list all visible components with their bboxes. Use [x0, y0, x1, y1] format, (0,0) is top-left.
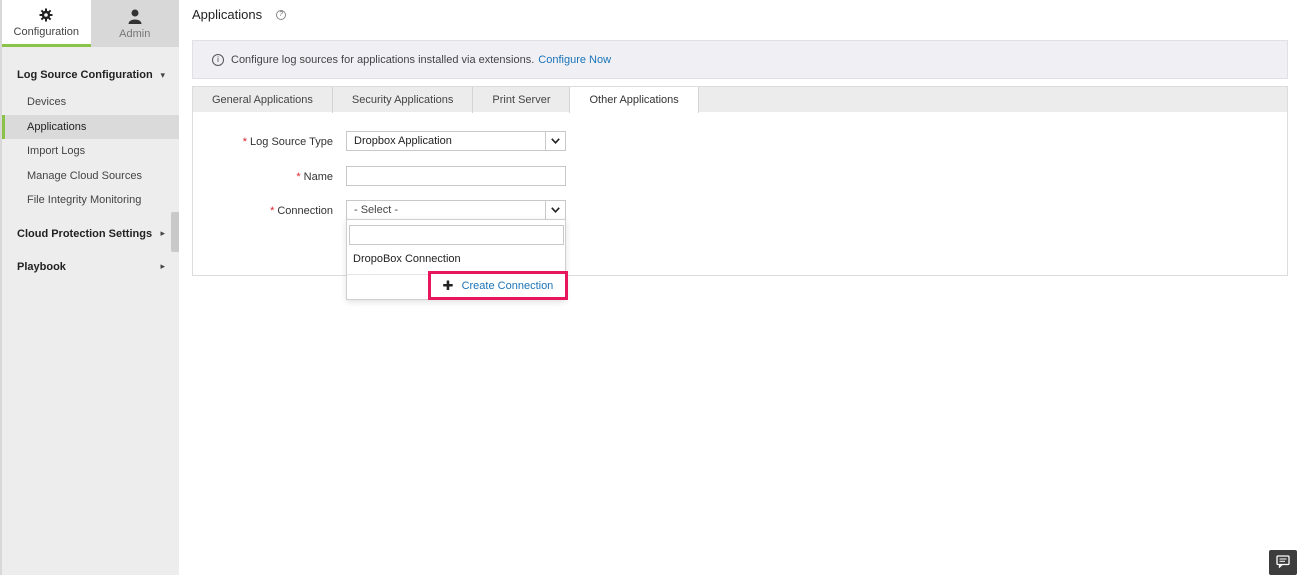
- tab-other-applications[interactable]: Other Applications: [570, 87, 699, 113]
- info-bar: i Configure log sources for applications…: [192, 40, 1288, 79]
- info-icon: i: [212, 53, 224, 66]
- page-title: Applications ?: [192, 7, 287, 22]
- gear-icon: [39, 6, 53, 24]
- connection-value: - Select -: [354, 204, 399, 216]
- chat-button[interactable]: [1269, 550, 1297, 575]
- log-source-type-value: Dropbox Application: [354, 135, 452, 147]
- connection-label: * Connection: [193, 205, 333, 217]
- name-label-text: Name: [303, 171, 333, 183]
- caret-right-icon: ▸: [160, 228, 165, 238]
- tab-bar: General Applications Security Applicatio…: [193, 86, 1287, 113]
- menu-group-label: Playbook: [17, 260, 66, 273]
- sidebar: Configuration Admin Log Source Configura…: [0, 0, 179, 575]
- tab-admin-label: Admin: [119, 27, 151, 40]
- connection-select[interactable]: - Select -: [346, 200, 566, 220]
- required-mark: *: [242, 136, 248, 148]
- tab-general-applications[interactable]: General Applications: [193, 87, 333, 113]
- user-icon: [128, 8, 142, 26]
- menu-group-label: Cloud Protection Settings: [17, 227, 153, 240]
- info-text: Configure log sources for applications i…: [231, 53, 535, 66]
- tab-configuration-label: Configuration: [13, 26, 79, 38]
- caret-right-icon: ▸: [160, 261, 165, 271]
- required-mark: *: [296, 171, 301, 183]
- sidebar-item-manage-cloud-sources[interactable]: Manage Cloud Sources: [2, 164, 179, 189]
- help-icon[interactable]: ?: [276, 9, 287, 20]
- required-mark: *: [270, 205, 275, 217]
- caret-down-icon: ▾: [160, 69, 165, 80]
- dropdown-search-input[interactable]: [349, 225, 564, 245]
- sidebar-item-devices[interactable]: Devices: [2, 90, 179, 115]
- create-connection-label: Create Connection: [461, 279, 554, 292]
- name-input[interactable]: [346, 166, 566, 186]
- tab-admin[interactable]: Admin: [90, 0, 179, 47]
- menu-group-label: Log Source Configuration: [17, 69, 153, 81]
- log-source-type-label-text: Log Source Type: [250, 136, 333, 148]
- sidebar-item-file-integrity-monitoring[interactable]: File Integrity Monitoring: [2, 188, 179, 213]
- configure-now-link[interactable]: Configure Now: [538, 54, 611, 66]
- menu-group-log-source-configuration[interactable]: Log Source Configuration ▾: [2, 64, 179, 86]
- sidebar-menu: Log Source Configuration ▾ Devices Appli…: [2, 47, 179, 278]
- sidebar-item-import-logs[interactable]: Import Logs: [2, 139, 179, 164]
- name-label: * Name: [193, 171, 333, 183]
- plus-icon: ✚: [442, 277, 454, 293]
- dropdown-option[interactable]: DropoBox Connection: [353, 253, 461, 265]
- menu-group-cloud-protection-settings[interactable]: Cloud Protection Settings ▸: [2, 223, 179, 245]
- page-title-text: Applications: [192, 7, 263, 22]
- create-connection-button[interactable]: ✚ Create Connection: [428, 271, 568, 300]
- chevron-down-icon[interactable]: [545, 131, 565, 151]
- sidebar-item-applications[interactable]: Applications: [2, 114, 179, 139]
- chevron-down-icon[interactable]: [545, 200, 565, 220]
- log-source-type-select[interactable]: Dropbox Application: [346, 131, 566, 151]
- tab-security-applications[interactable]: Security Applications: [333, 87, 474, 113]
- menu-group-playbook[interactable]: Playbook ▸: [2, 256, 179, 278]
- tab-configuration[interactable]: Configuration: [2, 0, 91, 47]
- chat-icon: [1276, 554, 1290, 571]
- submenu: Devices Applications Import Logs Manage …: [2, 90, 179, 213]
- connection-label-text: Connection: [277, 205, 333, 217]
- log-source-type-label: * Log Source Type: [193, 136, 333, 148]
- sidebar-collapse-handle[interactable]: [171, 212, 179, 252]
- tab-print-server[interactable]: Print Server: [473, 87, 571, 113]
- top-nav: Configuration Admin: [2, 0, 179, 47]
